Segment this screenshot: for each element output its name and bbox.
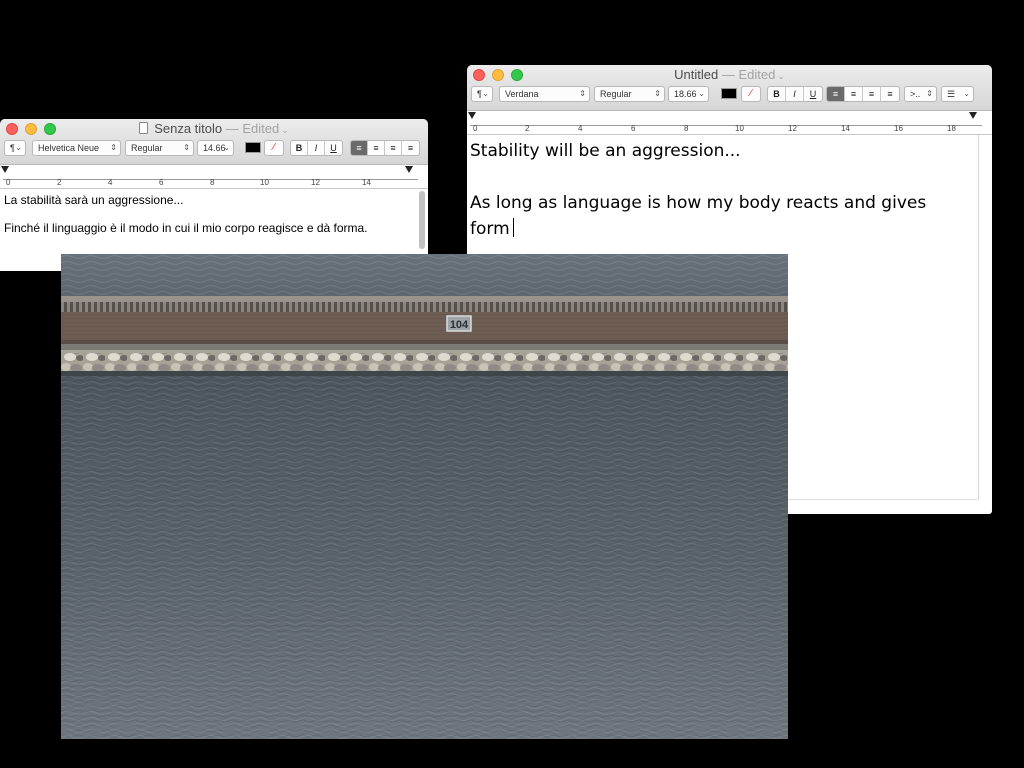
- italic-button[interactable]: I: [308, 141, 325, 155]
- text-style-buttons: B I U: [290, 140, 343, 156]
- ruler-label: 4: [578, 124, 583, 133]
- underline-button[interactable]: U: [804, 87, 822, 101]
- align-justify-icon[interactable]: ≡: [881, 87, 899, 101]
- list-bullets-popup[interactable]: ☰ ⌄: [941, 86, 974, 102]
- ruler-label: 8: [210, 178, 215, 187]
- highlight-color-button[interactable]: ∕: [264, 140, 284, 156]
- stepper-arrows-icon: ⇕: [579, 89, 586, 98]
- left-margin-marker[interactable]: [1, 166, 9, 173]
- right-margin-marker[interactable]: [969, 112, 977, 119]
- marker-sign-number: 104: [450, 319, 469, 331]
- window-title: Senza titolo — Edited ⌄: [0, 121, 428, 136]
- stepper-arrows-icon: ⇕: [654, 89, 661, 98]
- stepper-arrows-icon: ⇕: [183, 143, 190, 152]
- align-right-icon[interactable]: ≡: [385, 141, 402, 155]
- font-size-field[interactable]: 18.66 ⌄: [668, 86, 709, 102]
- align-left-icon[interactable]: ≡: [827, 87, 845, 101]
- underline-button[interactable]: U: [325, 141, 342, 155]
- text-color-well[interactable]: [245, 142, 261, 153]
- vertical-scrollbar[interactable]: [419, 191, 425, 249]
- ruler-label: 14: [362, 178, 371, 187]
- stepper-arrows-icon: ⇕: [926, 89, 933, 98]
- chevron-down-icon[interactable]: ⌄: [777, 71, 785, 81]
- ruler-label: 6: [159, 178, 164, 187]
- ruler-label: 4: [108, 178, 113, 187]
- font-size-field[interactable]: 14.66 ⌄: [197, 140, 234, 156]
- document-text-area[interactable]: Stability will be an aggression... As lo…: [467, 135, 992, 245]
- window-title: Untitled — Edited ⌄: [467, 67, 992, 82]
- ruler-label: 2: [57, 178, 62, 187]
- chevron-down-icon: ⌄: [698, 89, 705, 98]
- alignment-buttons: ≡ ≡ ≡ ≡: [826, 86, 900, 102]
- sea-breakwater-image: 104: [61, 254, 788, 739]
- format-toolbar: ¶ ⌄ Verdana ⇕ Regular ⇕ 18.66 ⌄ ∕ B I U ≡ ≡ …: [471, 86, 992, 104]
- edited-status: — Edited: [225, 121, 280, 136]
- title-text: Senza titolo: [154, 121, 223, 136]
- font-family-popup[interactable]: Helvetica Neue ⇕: [32, 140, 121, 156]
- document-icon: [139, 122, 149, 134]
- paragraph: La stabilità sarà un aggressione...: [4, 193, 184, 207]
- document-text-area[interactable]: La stabilità sarà un aggressione... Finc…: [0, 189, 428, 253]
- font-family-popup[interactable]: Verdana ⇕: [499, 86, 590, 102]
- right-margin-marker[interactable]: [405, 166, 413, 173]
- font-style-popup[interactable]: Regular ⇕: [125, 140, 194, 156]
- title-bar[interactable]: Senza titolo — Edited ⌄ ¶ ⌄ Helvetica Neue…: [0, 119, 428, 165]
- paragraph-style-popup[interactable]: ¶ ⌄: [471, 86, 493, 102]
- chevron-down-icon: ⌄: [482, 89, 489, 98]
- italic-button[interactable]: I: [786, 87, 804, 101]
- wall-battlements: [61, 302, 788, 312]
- alignment-buttons: ≡ ≡ ≡ ≡: [350, 140, 420, 156]
- textedit-window-senza-titolo[interactable]: Senza titolo — Edited ⌄ ¶ ⌄ Helvetica Neue…: [0, 119, 428, 271]
- ruler-line: [470, 125, 982, 126]
- text-cursor: [512, 218, 514, 237]
- align-center-icon[interactable]: ≡: [845, 87, 863, 101]
- chevron-down-icon[interactable]: ⌄: [281, 125, 289, 135]
- wall-top: [61, 296, 788, 302]
- ruler-label: 12: [788, 124, 797, 133]
- text-style-buttons: B I U: [767, 86, 823, 102]
- ruler-label: 0: [473, 124, 478, 133]
- line-spacing-popup[interactable]: >.. ⇕: [904, 86, 937, 102]
- align-justify-icon[interactable]: ≡: [402, 141, 419, 155]
- ruler-label: 8: [684, 124, 689, 133]
- ruler-label: 12: [311, 178, 320, 187]
- font-style-popup[interactable]: Regular ⇕: [594, 86, 665, 102]
- chevron-down-icon: ⌄: [223, 143, 230, 152]
- title-text: Untitled: [674, 67, 719, 82]
- breakwater-photo: 104: [61, 254, 788, 739]
- ruler-label: 14: [841, 124, 850, 133]
- text-color-well[interactable]: [721, 88, 737, 99]
- ruler-label: 16: [894, 124, 903, 133]
- ruler-label: 18: [947, 124, 956, 133]
- paragraph-text: As long as language is how my body react…: [470, 193, 927, 239]
- paragraph-style-popup[interactable]: ¶ ⌄: [4, 140, 26, 156]
- chevron-down-icon: ⌄: [963, 89, 970, 98]
- list-icon: ☰: [947, 89, 956, 99]
- paragraph: Stability will be an aggression...: [470, 141, 741, 161]
- ruler-label: 2: [525, 124, 530, 133]
- ruler[interactable]: 0 2 4 6 8 10 12 14 16 18: [467, 111, 992, 135]
- page-edge: [978, 135, 979, 500]
- left-margin-marker[interactable]: [468, 112, 476, 119]
- ruler-label: 6: [631, 124, 636, 133]
- format-toolbar: ¶ ⌄ Helvetica Neue ⇕ Regular ⇕ 14.66 ⌄ ∕ B I…: [4, 140, 428, 158]
- ruler[interactable]: 0 2 4 6 8 10 12 14: [0, 165, 428, 189]
- ruler-label: 0: [6, 178, 11, 187]
- bold-button[interactable]: B: [768, 87, 786, 101]
- paragraph: As long as language is how my body react…: [470, 190, 950, 242]
- title-bar[interactable]: Untitled — Edited ⌄ ¶ ⌄ Verdana ⇕ Regular ⇕ …: [467, 65, 992, 111]
- wall-face: [61, 312, 788, 344]
- align-left-icon[interactable]: ≡: [351, 141, 368, 155]
- paragraph: Finché il linguaggio è il modo in cui il…: [4, 221, 368, 235]
- highlight-color-button[interactable]: ∕: [741, 86, 761, 102]
- edited-status: — Edited: [721, 67, 776, 82]
- align-center-icon[interactable]: ≡: [368, 141, 385, 155]
- stepper-arrows-icon: ⇕: [110, 143, 117, 152]
- ruler-label: 10: [735, 124, 744, 133]
- align-right-icon[interactable]: ≡: [863, 87, 881, 101]
- bold-button[interactable]: B: [291, 141, 308, 155]
- ruler-label: 10: [260, 178, 269, 187]
- chevron-down-icon: ⌄: [15, 143, 22, 152]
